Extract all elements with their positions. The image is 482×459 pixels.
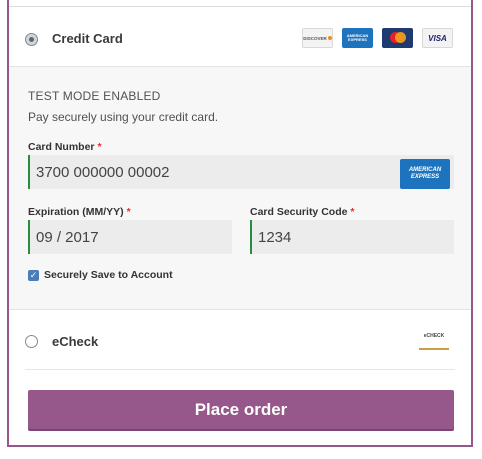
expiration-label: Expiration (MM/YY) * — [28, 206, 131, 218]
echeck-label: eCheck — [52, 334, 99, 349]
security-code-value: 1234 — [258, 228, 292, 246]
card-number-input[interactable]: 3700 000000 00002 AMERICAN EXPRESS — [28, 155, 454, 189]
amex-icon: AMERICAN EXPRESS — [342, 28, 373, 48]
card-number-label: Card Number * — [28, 141, 102, 153]
payment-description: Pay securely using your credit card. — [28, 110, 219, 124]
save-to-account-option[interactable]: ✓ Securely Save to Account — [28, 269, 173, 281]
card-number-value: 3700 000000 00002 — [36, 163, 170, 181]
save-to-account-label: Securely Save to Account — [44, 269, 173, 281]
payment-method-credit-card[interactable]: Credit Card DISCOVER AMERICAN EXPRESS VI… — [9, 22, 471, 56]
echeck-radio[interactable] — [25, 335, 38, 348]
echeck-logo-icon: eCHECK — [419, 334, 449, 350]
card-type-amex-icon: AMERICAN EXPRESS — [400, 159, 450, 189]
test-mode-notice: TEST MODE ENABLED — [28, 89, 161, 103]
visa-icon: VISA — [422, 28, 453, 48]
save-to-account-checkbox[interactable]: ✓ — [28, 269, 39, 281]
expiration-value: 09 / 2017 — [36, 228, 99, 246]
discover-icon: DISCOVER — [302, 28, 333, 48]
divider — [9, 6, 471, 7]
place-order-button[interactable]: Place order — [28, 390, 454, 429]
payment-method-echeck[interactable]: eCheck eCHECK — [9, 324, 471, 358]
expiration-input[interactable]: 09 / 2017 — [28, 220, 232, 254]
security-code-label: Card Security Code * — [250, 206, 355, 218]
checkout-payment-box: Credit Card DISCOVER AMERICAN EXPRESS VI… — [7, 0, 473, 447]
security-code-input[interactable]: 1234 — [250, 220, 454, 254]
credit-card-label: Credit Card — [52, 31, 123, 46]
accepted-cards: DISCOVER AMERICAN EXPRESS VISA — [302, 28, 453, 48]
credit-card-form: TEST MODE ENABLED Pay securely using you… — [9, 66, 471, 310]
credit-card-radio[interactable] — [25, 33, 38, 46]
divider — [25, 369, 455, 370]
mastercard-icon — [382, 28, 413, 48]
